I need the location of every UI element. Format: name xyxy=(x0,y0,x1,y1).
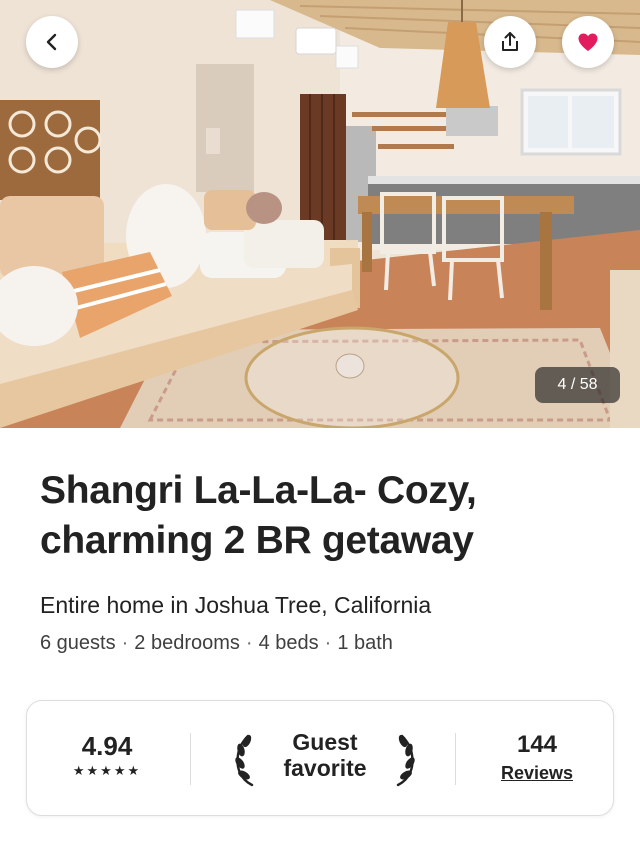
separator: · xyxy=(245,632,253,654)
rating-summary: 4.94 ★★★★★ xyxy=(27,731,187,779)
listing-photo-illustration xyxy=(0,0,640,428)
heart-icon xyxy=(578,33,598,51)
separator: · xyxy=(324,632,332,654)
guest-favorite-line2: favorite xyxy=(283,755,367,781)
guest-favorite-badge: Guest favorite xyxy=(232,729,418,789)
share-icon xyxy=(502,32,518,51)
listing-title: Shangri La-La-La- Cozy, charming 2 BR ge… xyxy=(40,469,477,562)
laurel-left-icon xyxy=(235,734,254,787)
laurel-right-icon xyxy=(396,734,415,787)
divider xyxy=(190,733,191,785)
divider xyxy=(455,733,456,785)
star-rating: ★★★★★ xyxy=(72,763,142,778)
reviews-summary[interactable]: 144 Reviews xyxy=(467,731,607,784)
photo-counter: 4 / 58 xyxy=(535,367,620,403)
bedrooms-count: 2 bedrooms xyxy=(134,632,240,654)
reviews-link[interactable]: Reviews xyxy=(467,763,607,784)
baths-count: 1 bath xyxy=(337,632,393,654)
reviews-count: 144 xyxy=(516,731,558,758)
listing-subtitle: Entire home in Joshua Tree, California xyxy=(40,592,432,618)
guests-count: 6 guests xyxy=(40,632,116,654)
listing-photo[interactable]: 4 / 58 xyxy=(0,0,640,428)
rating-value: 4.94 xyxy=(81,731,133,761)
chevron-left-icon xyxy=(46,33,57,51)
favorite-button[interactable] xyxy=(562,16,614,68)
listing-details: 6 guests · 2 bedrooms · 4 beds · 1 bath xyxy=(40,632,393,655)
separator: · xyxy=(121,632,129,654)
guest-favorite-label: Guest favorite xyxy=(262,729,388,781)
back-button[interactable] xyxy=(26,16,78,68)
share-button[interactable] xyxy=(484,16,536,68)
beds-count: 4 beds xyxy=(258,632,319,654)
guest-favorite-line1: Guest xyxy=(292,729,358,755)
rating-card[interactable]: 4.94 ★★★★★ Guest favorite 144 Reviews xyxy=(26,700,614,816)
